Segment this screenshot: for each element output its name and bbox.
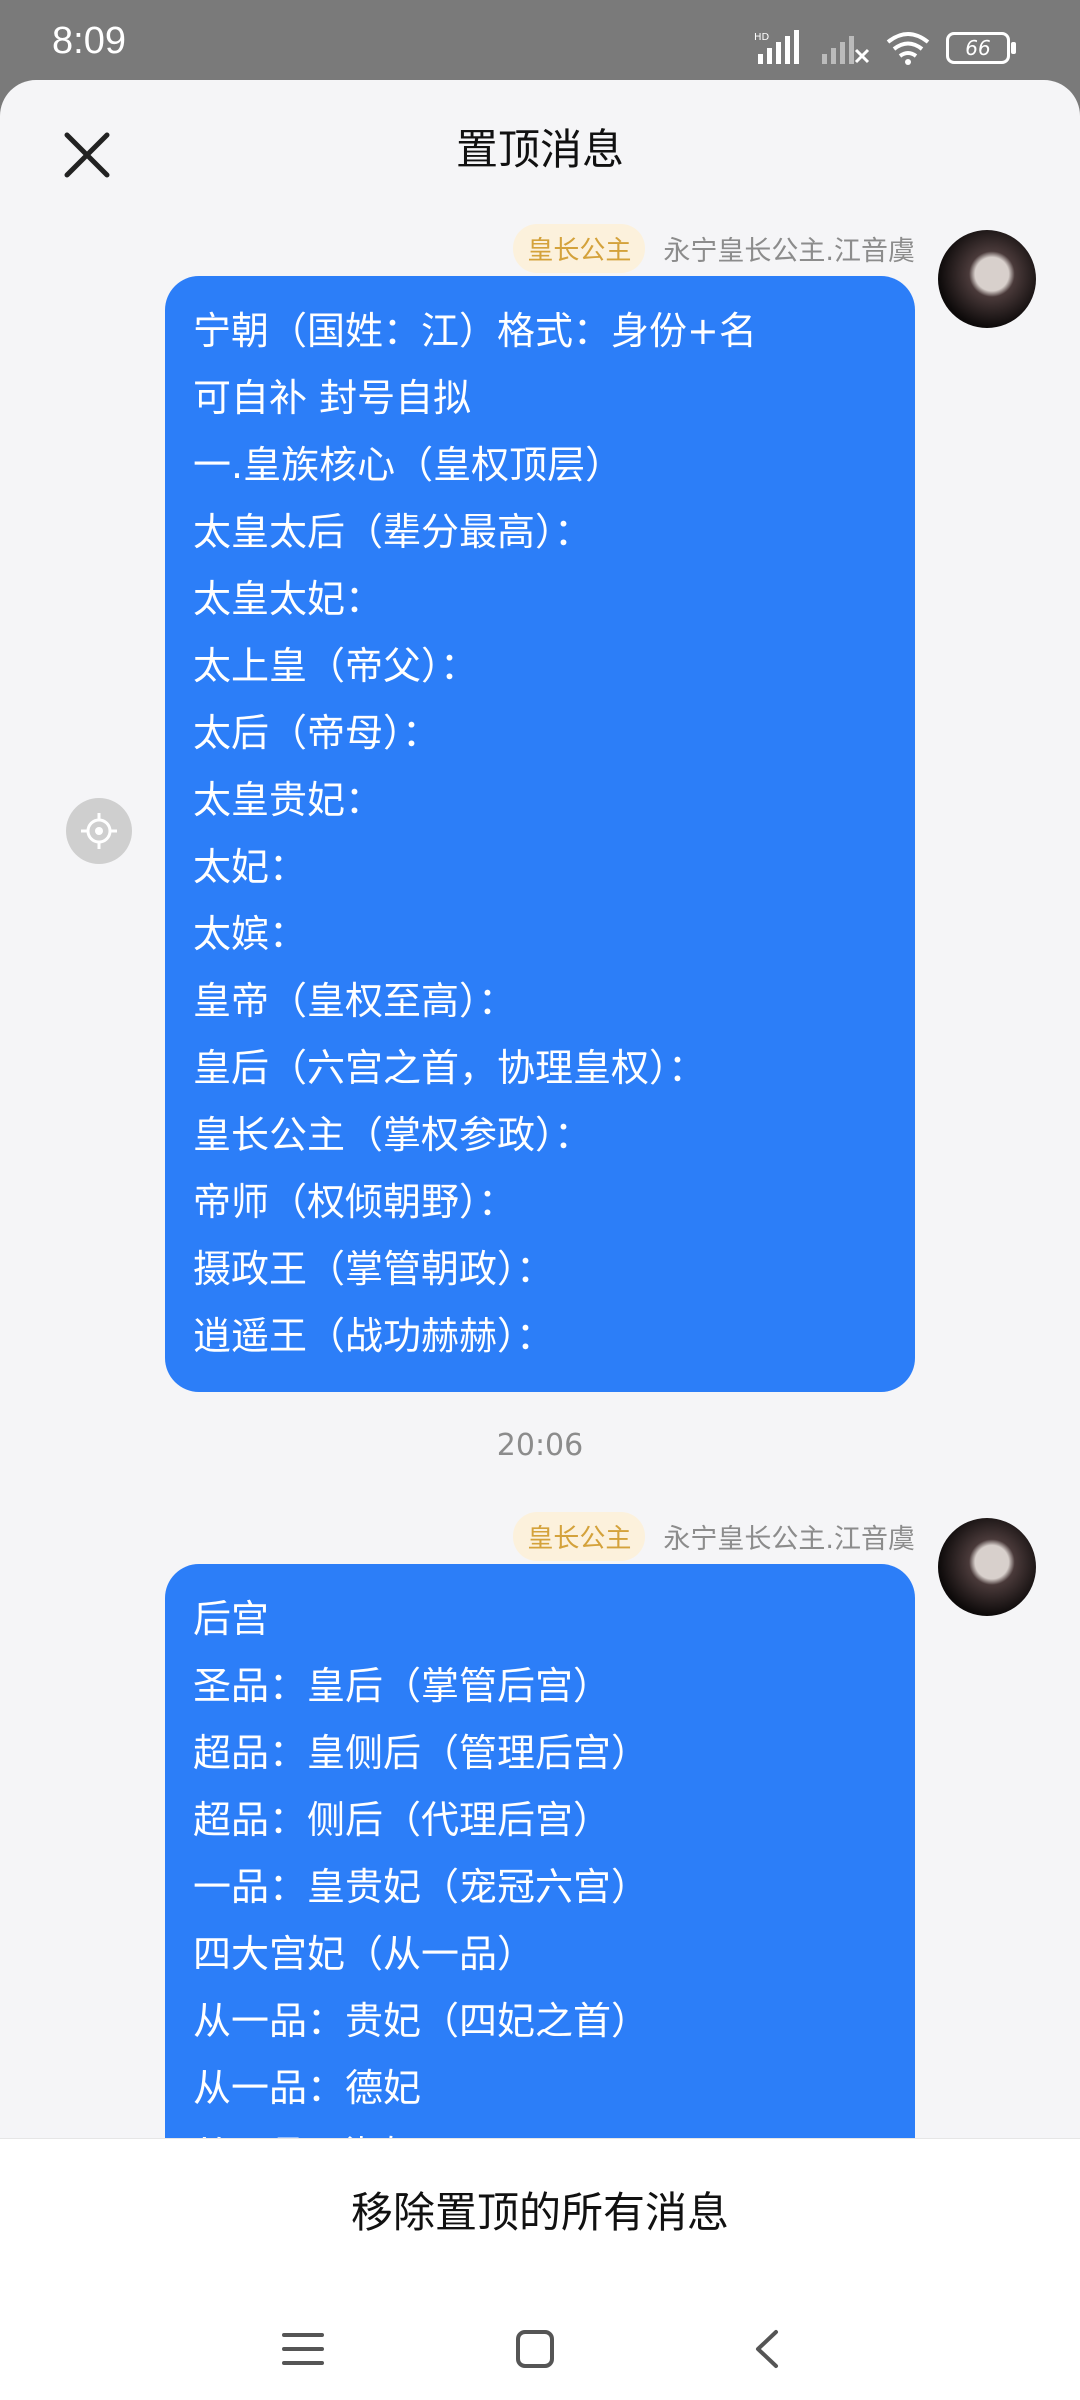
message-line: 太皇太妃： bbox=[193, 577, 384, 621]
message-line: 后宫 bbox=[193, 1597, 270, 1641]
message-line: 从一品：淑妃 bbox=[193, 2122, 887, 2138]
no-signal-icon bbox=[822, 36, 870, 64]
status-bar: 8:09 HD 66 bbox=[0, 0, 1080, 80]
message-line: 一品：皇贵妃（宠冠六宫） bbox=[193, 1865, 650, 1909]
nav-back-button[interactable] bbox=[722, 2304, 812, 2394]
message-line: 皇后（六宫之首，协理皇权）： bbox=[193, 1046, 707, 1090]
back-icon bbox=[756, 2330, 778, 2368]
role-badge: 皇长公主 bbox=[513, 1512, 646, 1561]
battery-icon: 66 bbox=[946, 32, 1016, 64]
hd-signal-icon: HD bbox=[754, 30, 799, 64]
message-line: 太皇太后（辈分最高）： bbox=[193, 510, 593, 554]
message-line: 圣品：皇后（掌管后宫） bbox=[193, 1664, 612, 1708]
message-line: 太妃： bbox=[193, 845, 308, 889]
nav-menu-button[interactable] bbox=[258, 2304, 348, 2394]
message-line: 超品：侧后（代理后宫） bbox=[193, 1798, 612, 1842]
message-line: 皇长公主（掌权参政）： bbox=[193, 1113, 593, 1157]
remove-all-pinned-button[interactable]: 移除置顶的所有消息 bbox=[0, 2179, 1080, 2240]
message-bubble[interactable]: 宁朝（国姓：江）格式：身份+名 可自补 封号自拟一.皇族核心（皇权顶层） 太皇太后（… bbox=[165, 276, 915, 1392]
message-line: 太嫔： bbox=[193, 912, 308, 956]
message-meta: 皇长公主 永宁皇长公主.江音虞 bbox=[513, 224, 915, 273]
message-line: 太后（帝母）： bbox=[193, 711, 441, 755]
bottom-bar: 移除置顶的所有消息 bbox=[0, 2138, 1080, 2400]
message-line: 皇帝（皇权至高）： bbox=[193, 979, 517, 1023]
message-line: 太上皇（帝父）： bbox=[193, 644, 479, 688]
message-line: 一.皇族核心（皇权顶层） bbox=[193, 443, 624, 487]
status-icons: HD 66 bbox=[754, 28, 1016, 68]
locate-icon bbox=[81, 813, 117, 849]
message-line: 可自补 封号自拟 bbox=[193, 376, 472, 420]
message-line: 四大宫妃（从一品） bbox=[193, 1932, 536, 1976]
avatar[interactable] bbox=[938, 230, 1036, 328]
role-badge: 皇长公主 bbox=[513, 224, 646, 273]
sender-name: 永宁皇长公主.江音虞 bbox=[663, 236, 915, 267]
home-icon bbox=[516, 2330, 554, 2368]
status-time: 8:09 bbox=[52, 20, 126, 62]
time-separator: 20:06 bbox=[496, 1428, 584, 1463]
battery-level: 66 bbox=[965, 36, 991, 60]
pinned-messages-sheet: 置顶消息 皇长公主 永宁皇长公主.江音虞 宁朝（国姓：江）格式：身份+名 可自补 … bbox=[0, 80, 1080, 2400]
message-bubble[interactable]: 后宫圣品：皇后（掌管后宫） 超品：皇侧后（管理后宫） 超品：侧后（代理后宫） 一品：皇… bbox=[165, 1564, 915, 2138]
avatar[interactable] bbox=[938, 1518, 1036, 1616]
nav-home-button[interactable] bbox=[490, 2304, 580, 2394]
message-line: 帝师（权倾朝野）： bbox=[193, 1180, 517, 1224]
message-line: 从一品：贵妃（四妃之首） bbox=[193, 1999, 650, 2043]
message-line: 太皇贵妃： bbox=[193, 778, 384, 822]
message-line: 超品：皇侧后（管理后宫） bbox=[193, 1731, 650, 1775]
message-line: 从一品：德妃 bbox=[193, 2066, 422, 2110]
message-meta: 皇长公主 永宁皇长公主.江音虞 bbox=[513, 1512, 915, 1561]
system-nav-bar bbox=[0, 2304, 1080, 2394]
message-list[interactable]: 皇长公主 永宁皇长公主.江音虞 宁朝（国姓：江）格式：身份+名 可自补 封号自拟一… bbox=[0, 210, 1080, 2138]
menu-icon bbox=[282, 2333, 324, 2365]
locate-button[interactable] bbox=[66, 798, 132, 864]
svg-text:HD: HD bbox=[754, 32, 770, 43]
message-line: 宁朝（国姓：江）格式：身份+名 bbox=[193, 309, 757, 353]
sender-name: 永宁皇长公主.江音虞 bbox=[663, 1524, 915, 1555]
message-line: 摄政王（掌管朝政）： bbox=[193, 1247, 555, 1291]
wifi-icon bbox=[886, 32, 930, 65]
page-title: 置顶消息 bbox=[455, 125, 624, 174]
message-line: 逍遥王（战功赫赫）： bbox=[193, 1314, 555, 1358]
